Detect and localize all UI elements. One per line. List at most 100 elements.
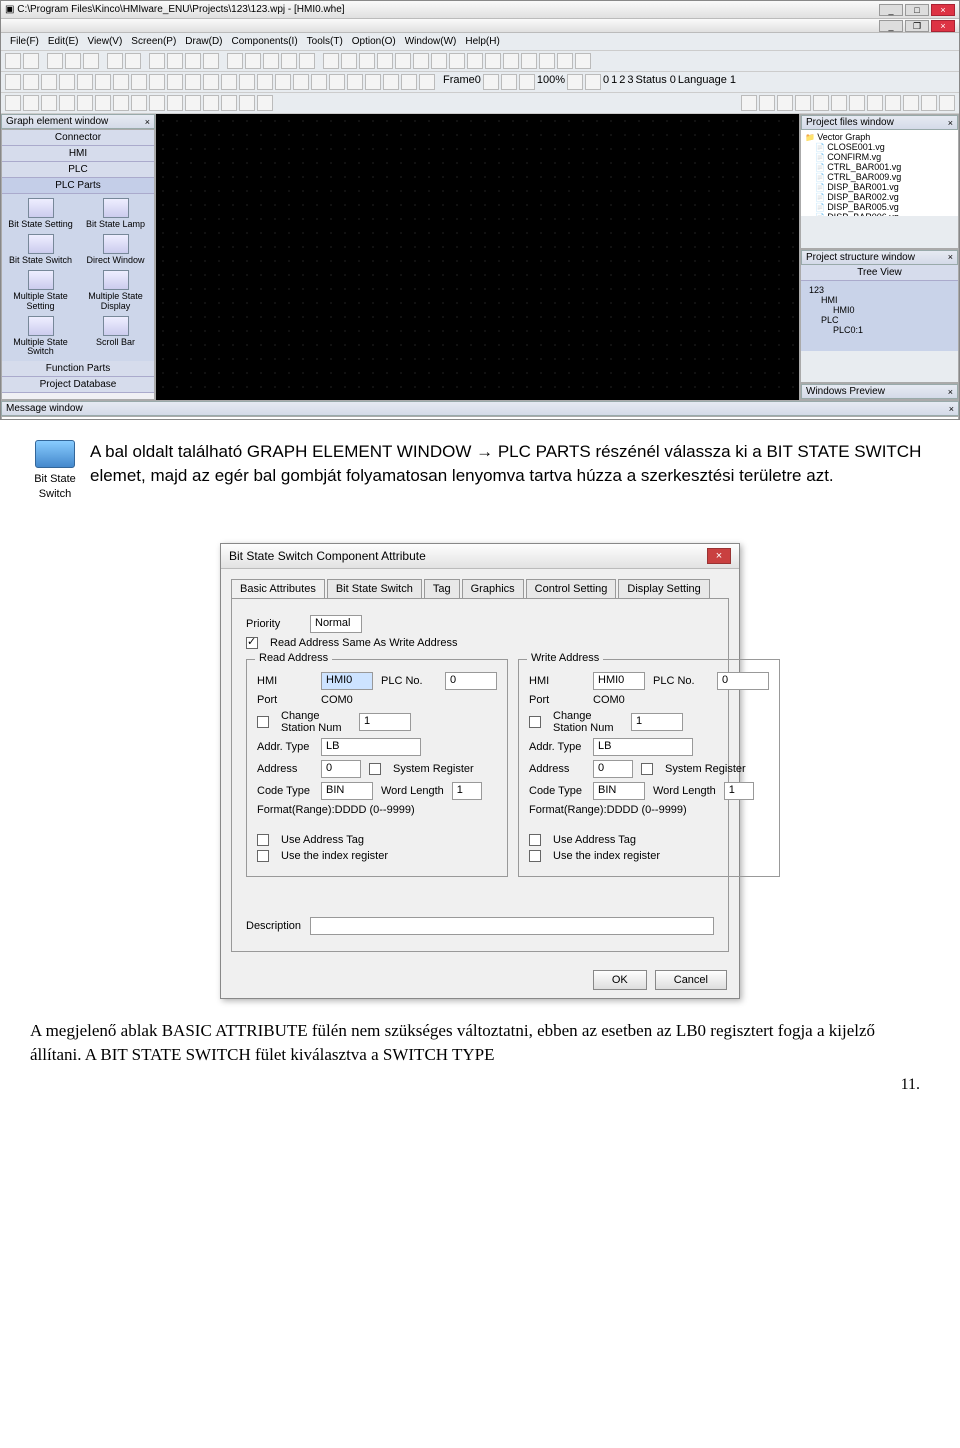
child-close[interactable]: × xyxy=(931,20,955,32)
menu-window[interactable]: Window(W) xyxy=(402,35,460,48)
tab-control-setting[interactable]: Control Setting xyxy=(526,579,617,598)
tool-icon[interactable] xyxy=(449,53,465,69)
state-0[interactable]: 0 xyxy=(603,74,609,90)
tool-icon[interactable] xyxy=(341,53,357,69)
tool-icon[interactable] xyxy=(59,74,75,90)
same-address-checkbox[interactable] xyxy=(246,637,258,649)
tree-node[interactable]: PLC xyxy=(809,315,950,325)
panel-close-icon[interactable]: × xyxy=(145,117,150,127)
change-station-read-checkbox[interactable] xyxy=(257,716,269,728)
tab-display-setting[interactable]: Display Setting xyxy=(618,579,709,598)
tool-icon[interactable] xyxy=(903,95,919,111)
tool-icon[interactable] xyxy=(281,53,297,69)
tool-icon[interactable] xyxy=(203,74,219,90)
menu-screen[interactable]: Screen(P) xyxy=(128,35,179,48)
tree-node[interactable]: HMI0 xyxy=(809,305,950,315)
tool-icon[interactable] xyxy=(239,95,255,111)
file-item[interactable]: DISP_BAR005.vg xyxy=(805,202,954,212)
tool-icon[interactable] xyxy=(95,74,111,90)
tool-icon[interactable] xyxy=(813,95,829,111)
tab-basic-attributes[interactable]: Basic Attributes xyxy=(231,579,325,598)
tool-icon[interactable] xyxy=(311,74,327,90)
tool-icon[interactable] xyxy=(5,95,21,111)
state-2[interactable]: 2 xyxy=(619,74,625,90)
tool-icon[interactable] xyxy=(401,74,417,90)
menu-option[interactable]: Option(O) xyxy=(349,35,399,48)
header-connector[interactable]: Connector xyxy=(2,130,154,146)
panel-close-icon[interactable]: × xyxy=(948,118,953,128)
tool-icon[interactable] xyxy=(503,53,519,69)
change-station-write-checkbox[interactable] xyxy=(529,716,541,728)
hmi-read-select[interactable]: HMI0 xyxy=(321,672,373,690)
tool-icon[interactable] xyxy=(59,95,75,111)
addrtype-read-select[interactable]: LB xyxy=(321,738,421,756)
tree-root[interactable]: Vector Graph xyxy=(805,132,954,142)
tool-icon[interactable] xyxy=(131,95,147,111)
tool-icon[interactable] xyxy=(585,74,601,90)
code-read-select[interactable]: BIN xyxy=(321,782,373,800)
tool-icon[interactable] xyxy=(185,74,201,90)
file-item[interactable]: DISP_BAR002.vg xyxy=(805,192,954,202)
useaddrtag-read-checkbox[interactable] xyxy=(257,834,269,846)
part-scroll-bar[interactable]: Scroll Bar xyxy=(81,316,150,358)
tool-icon[interactable] xyxy=(431,53,447,69)
useaddrtag-write-checkbox[interactable] xyxy=(529,834,541,846)
menu-help[interactable]: Help(H) xyxy=(462,35,502,48)
child-max[interactable]: ❐ xyxy=(905,20,929,32)
tool-icon[interactable] xyxy=(131,74,147,90)
part-multi-state-switch[interactable]: Multiple State Switch xyxy=(6,316,75,358)
tool-icon[interactable] xyxy=(203,95,219,111)
tool-icon[interactable] xyxy=(149,95,165,111)
tree-node[interactable]: PLC0:1 xyxy=(809,325,950,335)
tool-icon[interactable] xyxy=(185,95,201,111)
tool-icon[interactable] xyxy=(239,74,255,90)
dialog-close-button[interactable]: × xyxy=(707,548,731,564)
description-input[interactable] xyxy=(310,917,714,935)
tool-icon[interactable] xyxy=(483,74,499,90)
tool-icon[interactable] xyxy=(519,74,535,90)
address-write-input[interactable]: 0 xyxy=(593,760,633,778)
tool-icon[interactable] xyxy=(257,95,273,111)
tool-icon[interactable] xyxy=(557,53,573,69)
tool-icon[interactable] xyxy=(167,74,183,90)
tool-icon[interactable] xyxy=(377,53,393,69)
plcno-write-select[interactable]: 0 xyxy=(717,672,769,690)
tool-icon[interactable] xyxy=(467,53,483,69)
ok-button[interactable]: OK xyxy=(593,970,647,990)
tool-icon[interactable] xyxy=(23,95,39,111)
tool-icon[interactable] xyxy=(849,95,865,111)
tree-node[interactable]: HMI xyxy=(809,295,950,305)
part-multi-state-setting[interactable]: Multiple State Setting xyxy=(6,270,75,312)
tool-icon[interactable] xyxy=(23,53,39,69)
tool-icon[interactable] xyxy=(831,95,847,111)
menu-tools[interactable]: Tools(T) xyxy=(304,35,346,48)
tool-icon[interactable] xyxy=(383,74,399,90)
part-bit-state-setting[interactable]: Bit State Setting xyxy=(6,198,75,230)
tool-icon[interactable] xyxy=(221,74,237,90)
tool-icon[interactable] xyxy=(777,95,793,111)
tool-icon[interactable] xyxy=(125,53,141,69)
language-combo[interactable]: Language 1 xyxy=(678,74,736,90)
tool-icon[interactable] xyxy=(113,95,129,111)
tool-icon[interactable] xyxy=(149,53,165,69)
hmi-write-select[interactable]: HMI0 xyxy=(593,672,645,690)
panel-close-icon[interactable]: × xyxy=(948,387,953,397)
tool-icon[interactable] xyxy=(113,74,129,90)
tool-icon[interactable] xyxy=(575,53,591,69)
tool-icon[interactable] xyxy=(167,53,183,69)
state-1[interactable]: 1 xyxy=(611,74,617,90)
tool-icon[interactable] xyxy=(149,74,165,90)
file-item[interactable]: DISP_BAR001.vg xyxy=(805,182,954,192)
menu-components[interactable]: Components(I) xyxy=(229,35,301,48)
tool-icon[interactable] xyxy=(329,74,345,90)
change-station-read-select[interactable]: 1 xyxy=(359,713,411,731)
file-item[interactable]: CLOSE001.vg xyxy=(805,142,954,152)
file-item[interactable]: CTRL_BAR009.vg xyxy=(805,172,954,182)
tool-icon[interactable] xyxy=(795,95,811,111)
tool-icon[interactable] xyxy=(263,53,279,69)
tool-icon[interactable] xyxy=(221,95,237,111)
tool-icon[interactable] xyxy=(77,74,93,90)
tool-icon[interactable] xyxy=(77,95,93,111)
tool-icon[interactable] xyxy=(521,53,537,69)
file-item[interactable]: CTRL_BAR001.vg xyxy=(805,162,954,172)
